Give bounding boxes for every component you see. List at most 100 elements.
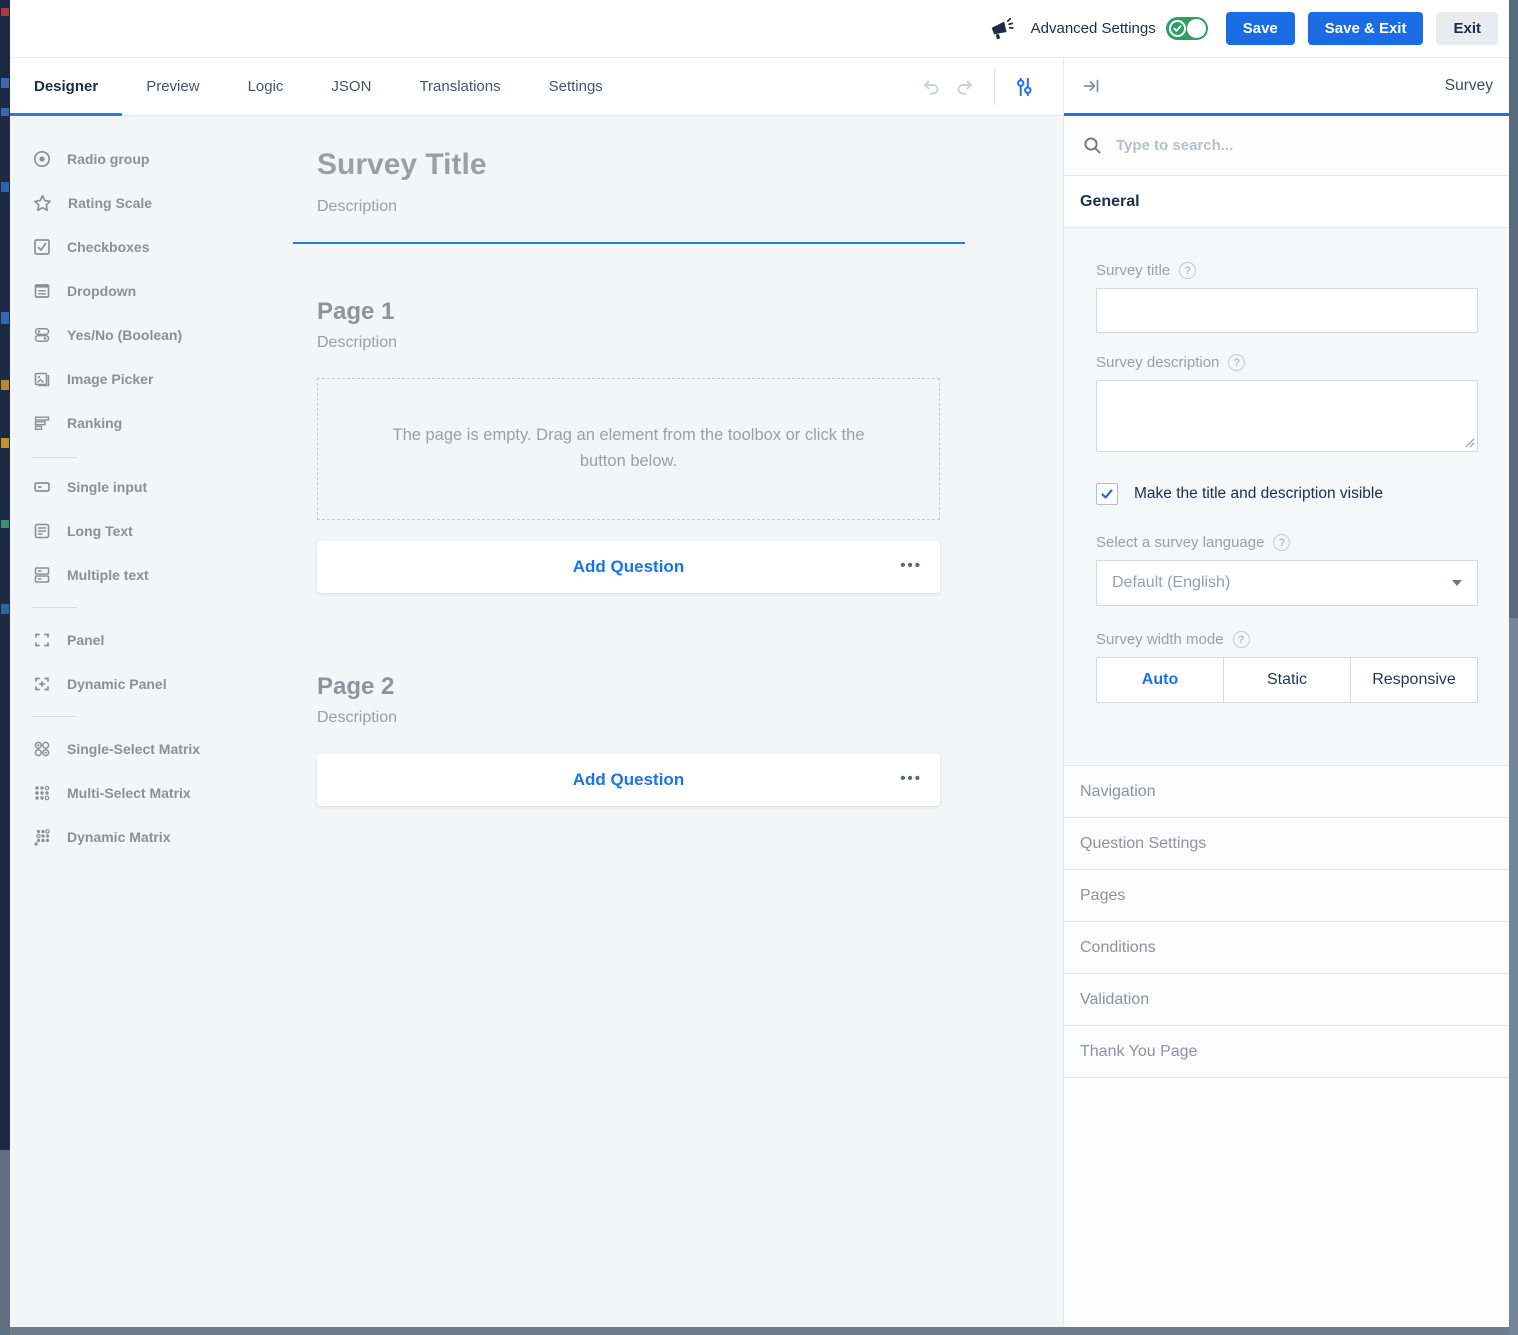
title-visibility-checkbox[interactable] [1096,483,1118,505]
survey-description[interactable]: Description [317,198,1063,216]
toolbox-item-label: Radio group [67,151,149,167]
topbar: Advanced Settings Save Save & Exit Exit [10,0,1509,58]
toolbox-item-multiple-text[interactable]: Multiple text [22,553,290,597]
survey-header[interactable]: Survey Title Description [317,148,1063,244]
add-question-button[interactable]: Add Question [573,770,684,790]
section-pages[interactable]: Pages [1064,870,1509,922]
toolbox-item-radio-group[interactable]: Radio group [22,137,290,181]
language-select[interactable]: Default (English) [1096,560,1478,606]
page-title[interactable]: Page 2 [317,673,1063,701]
width-mode-label: Survey width mode [1096,631,1224,648]
undo-icon[interactable] [914,70,948,104]
page-description[interactable]: Description [317,334,1063,352]
property-search-row [1064,116,1509,176]
toolbox-item-ranking[interactable]: Ranking [22,401,290,445]
save-and-exit-button[interactable]: Save & Exit [1308,12,1424,45]
toolbox-item-checkboxes[interactable]: Checkboxes [22,225,290,269]
background-scrollbar-strip[interactable] [1509,0,1518,1335]
section-thank-you-page[interactable]: Thank You Page [1064,1026,1509,1078]
advanced-settings-label: Advanced Settings [1031,20,1156,37]
toggle-knob[interactable] [1187,19,1206,38]
tab-settings[interactable]: Settings [525,58,627,115]
help-icon[interactable]: ? [1233,631,1250,648]
toolbox-item-single-select-matrix[interactable]: Single-Select Matrix [22,727,290,771]
survey-title[interactable]: Survey Title [317,148,1063,182]
title-visibility-label[interactable]: Make the title and description visible [1134,485,1383,503]
image-picker-icon [32,369,52,389]
save-button[interactable]: Save [1226,12,1295,45]
help-icon[interactable]: ? [1273,534,1290,551]
page-2[interactable]: Page 2 Description Add Question ••• [317,673,1063,806]
toolbox-item-dynamic-matrix[interactable]: Dynamic Matrix [22,815,290,859]
redo-icon[interactable] [948,70,982,104]
section-navigation[interactable]: Navigation [1064,766,1509,818]
width-mode-label-row: Survey width mode ? [1096,631,1478,648]
scrollbar-thumb[interactable] [1509,0,1518,618]
width-mode-option-responsive[interactable]: Responsive [1351,658,1477,702]
collapse-panel-icon[interactable] [1080,75,1102,97]
sliders-icon[interactable] [1007,70,1041,104]
megaphone-icon [989,16,1015,42]
toggle-check-icon [1169,20,1186,37]
single-input-icon [32,477,52,497]
tab-designer[interactable]: Designer [10,58,122,115]
toolbox-item-long-text[interactable]: Long Text [22,509,290,553]
workspace: Radio group Rating Scale Checkboxes [10,116,1063,1327]
exit-button[interactable]: Exit [1436,12,1498,45]
screen: Advanced Settings Save Save & Exit Exit … [0,0,1518,1335]
tab-translations[interactable]: Translations [395,58,524,115]
help-icon[interactable]: ? [1228,354,1245,371]
chevron-down-icon [1452,580,1462,586]
add-question-card: Add Question ••• [317,754,940,806]
width-mode-option-static[interactable]: Static [1224,658,1351,702]
property-panel-header: Survey [1064,58,1509,116]
dynamic-matrix-icon [32,827,52,847]
width-mode-option-auto[interactable]: Auto [1097,658,1224,702]
add-question-card: Add Question ••• [317,541,940,593]
toolbox-item-label: Checkboxes [67,239,149,255]
help-icon[interactable]: ? [1179,262,1196,279]
selected-element-label: Survey [1445,77,1493,95]
background-fragment [1,604,9,614]
tab-preview[interactable]: Preview [122,58,223,115]
advanced-settings-toggle[interactable] [1166,17,1208,40]
toolbox-item-dropdown[interactable]: Dropdown [22,269,290,313]
toolbox-item-image-picker[interactable]: Image Picker [22,357,290,401]
page-1[interactable]: Page 1 Description The page is empty. Dr… [317,298,1063,593]
language-label-row: Select a survey language ? [1096,534,1478,551]
survey-creator-window: Advanced Settings Save Save & Exit Exit … [10,0,1509,1327]
resize-grip-icon[interactable] [1464,437,1475,448]
section-general-content: Survey title ? Survey description ? [1064,228,1509,766]
survey-header-underline [293,242,965,244]
survey-title-input[interactable] [1096,288,1478,333]
add-question-button[interactable]: Add Question [573,557,684,577]
toolbox-item-panel[interactable]: Panel [22,618,290,662]
survey-description-label: Survey description [1096,354,1219,371]
question-type-menu-icon[interactable]: ••• [900,770,922,787]
body-row: Designer Preview Logic JSON Translations… [10,58,1509,1327]
property-search-input[interactable] [1116,137,1491,154]
section-validation[interactable]: Validation [1064,974,1509,1026]
toolbox-item-label: Single-Select Matrix [67,741,200,757]
toolbox-item-boolean[interactable]: Yes/No (Boolean) [22,313,290,357]
toolbox-item-rating-scale[interactable]: Rating Scale [22,181,290,225]
page-title[interactable]: Page 1 [317,298,1063,326]
dropdown-icon [32,281,52,301]
page-description[interactable]: Description [317,709,1063,727]
toolbox-item-single-input[interactable]: Single input [22,465,290,509]
section-question-settings[interactable]: Question Settings [1064,818,1509,870]
section-conditions[interactable]: Conditions [1064,922,1509,974]
toolbox-item-multi-select-matrix[interactable]: Multi-Select Matrix [22,771,290,815]
multiple-text-icon [32,565,52,585]
toolbox-item-dynamic-panel[interactable]: Dynamic Panel [22,662,290,706]
survey-title-label-row: Survey title ? [1096,262,1478,279]
toolbox-item-label: Yes/No (Boolean) [67,327,182,343]
tab-json[interactable]: JSON [307,58,395,115]
question-type-menu-icon[interactable]: ••• [900,557,922,574]
tab-logic[interactable]: Logic [224,58,308,115]
radio-group-icon [32,149,52,169]
survey-description-input[interactable] [1096,380,1478,452]
dynamic-panel-icon [32,674,52,694]
toolbar-divider [994,69,995,105]
section-general[interactable]: General [1064,176,1509,228]
